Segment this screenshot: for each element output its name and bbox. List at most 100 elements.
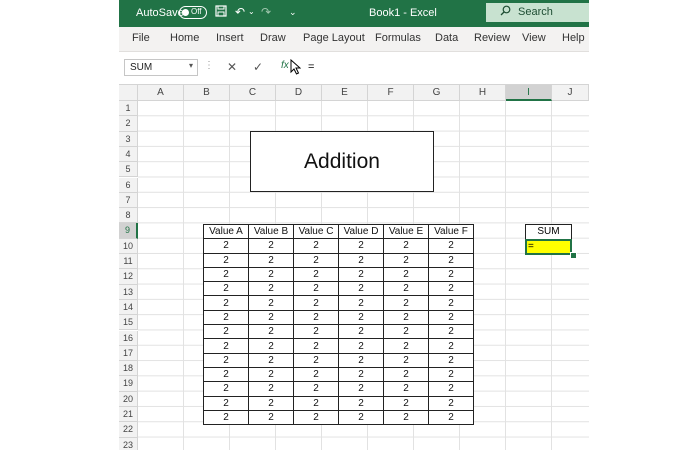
table-cell[interactable]: 2: [293, 295, 339, 311]
table-cell[interactable]: 2: [428, 295, 474, 311]
table-cell[interactable]: 2: [293, 252, 339, 268]
table-cell[interactable]: 2: [248, 395, 294, 411]
tab-formulas[interactable]: Formulas: [375, 32, 421, 44]
insert-function-icon[interactable]: fx: [281, 60, 289, 71]
table-cell[interactable]: 2: [203, 266, 249, 283]
sum-header-cell[interactable]: SUM: [525, 224, 572, 240]
save-icon[interactable]: [215, 5, 227, 20]
row-header[interactable]: 11: [119, 254, 138, 270]
column-header-h[interactable]: H: [460, 85, 506, 101]
table-header-cell[interactable]: Value E: [383, 223, 429, 240]
table-cell[interactable]: 2: [383, 338, 429, 354]
table-cell[interactable]: 2: [383, 281, 429, 297]
table-cell[interactable]: 2: [293, 381, 339, 397]
row-header[interactable]: 14: [119, 299, 138, 316]
table-cell[interactable]: 2: [248, 281, 294, 297]
table-cell[interactable]: 2: [428, 395, 474, 411]
table-cell[interactable]: 2: [248, 381, 294, 397]
table-cell[interactable]: 2: [293, 352, 339, 368]
row-header[interactable]: 2: [119, 116, 138, 132]
row-header[interactable]: 18: [119, 361, 138, 377]
table-cell[interactable]: 2: [383, 352, 429, 368]
column-header-g[interactable]: G: [414, 85, 460, 101]
table-cell[interactable]: 2: [293, 281, 339, 297]
table-cell[interactable]: 2: [428, 366, 474, 383]
row-header[interactable]: 7: [119, 192, 138, 209]
table-cell[interactable]: 2: [248, 338, 294, 354]
table-cell[interactable]: 2: [338, 381, 384, 397]
table-cell[interactable]: 2: [383, 309, 429, 326]
column-header-j[interactable]: J: [552, 85, 589, 101]
table-header-cell[interactable]: Value C: [293, 223, 339, 240]
enter-icon[interactable]: ✓: [253, 60, 263, 74]
cell-area[interactable]: Addition Value A Value B Value C Value D…: [138, 101, 589, 450]
table-cell[interactable]: 2: [203, 381, 249, 397]
table-cell[interactable]: 2: [428, 266, 474, 283]
fill-handle[interactable]: [570, 252, 577, 259]
table-cell[interactable]: 2: [248, 309, 294, 326]
table-header-cell[interactable]: Value B: [248, 223, 294, 240]
column-header-c[interactable]: C: [230, 85, 276, 101]
table-cell[interactable]: 2: [203, 366, 249, 383]
table-cell[interactable]: 2: [428, 409, 474, 426]
table-cell[interactable]: 2: [383, 381, 429, 397]
row-header[interactable]: 16: [119, 330, 138, 346]
column-header-i[interactable]: I: [506, 85, 552, 101]
table-cell[interactable]: 2: [383, 366, 429, 383]
table-cell[interactable]: 2: [293, 309, 339, 326]
table-cell[interactable]: 2: [203, 352, 249, 368]
tab-data[interactable]: Data: [435, 32, 458, 44]
table-header-cell[interactable]: Value A: [203, 223, 249, 240]
customize-quick-access-icon[interactable]: ⌄: [289, 5, 297, 19]
tab-view[interactable]: View: [522, 32, 546, 44]
undo-dropdown-icon[interactable]: ⌄: [248, 5, 255, 19]
row-header[interactable]: 6: [119, 177, 138, 193]
table-cell[interactable]: 2: [428, 381, 474, 397]
tab-page-layout[interactable]: Page Layout: [303, 32, 365, 44]
table-cell[interactable]: 2: [293, 409, 339, 426]
autosave-toggle[interactable]: Off: [179, 6, 207, 19]
table-cell[interactable]: 2: [203, 238, 249, 254]
name-box[interactable]: SUM ▾: [124, 59, 198, 76]
table-cell[interactable]: 2: [203, 395, 249, 411]
row-header[interactable]: 8: [119, 208, 138, 224]
row-header[interactable]: 13: [119, 284, 138, 300]
table-cell[interactable]: 2: [203, 409, 249, 426]
table-cell[interactable]: 2: [203, 338, 249, 354]
row-header[interactable]: 3: [119, 131, 138, 147]
table-cell[interactable]: 2: [203, 295, 249, 311]
table-cell[interactable]: 2: [428, 252, 474, 268]
column-header-a[interactable]: A: [138, 85, 184, 101]
table-cell[interactable]: 2: [338, 338, 384, 354]
tab-draw[interactable]: Draw: [260, 32, 286, 44]
tab-home[interactable]: Home: [170, 32, 199, 44]
table-cell[interactable]: 2: [338, 252, 384, 268]
row-header[interactable]: 20: [119, 391, 138, 407]
table-cell[interactable]: 2: [338, 395, 384, 411]
table-cell[interactable]: 2: [383, 295, 429, 311]
row-header[interactable]: 23: [119, 437, 138, 450]
row-header[interactable]: 4: [119, 146, 138, 163]
tab-review[interactable]: Review: [474, 32, 510, 44]
table-cell[interactable]: 2: [293, 238, 339, 254]
column-header-d[interactable]: D: [276, 85, 322, 101]
row-header-selected[interactable]: 9: [119, 223, 138, 239]
select-all-corner[interactable]: [119, 85, 138, 101]
table-cell[interactable]: 2: [383, 324, 429, 340]
table-header-cell[interactable]: Value F: [428, 223, 474, 240]
table-cell[interactable]: 2: [248, 366, 294, 383]
table-cell[interactable]: 2: [383, 252, 429, 268]
column-header-b[interactable]: B: [184, 85, 230, 101]
redo-icon[interactable]: ↷: [261, 5, 271, 19]
table-header-cell[interactable]: Value D: [338, 223, 384, 240]
table-cell[interactable]: 2: [338, 281, 384, 297]
table-cell[interactable]: 2: [428, 281, 474, 297]
table-cell[interactable]: 2: [383, 395, 429, 411]
tab-file[interactable]: File: [132, 32, 150, 44]
table-cell[interactable]: 2: [383, 409, 429, 426]
table-cell[interactable]: 2: [248, 295, 294, 311]
tab-insert[interactable]: Insert: [216, 32, 244, 44]
row-header[interactable]: 22: [119, 422, 138, 438]
row-header[interactable]: 1: [119, 101, 138, 117]
table-cell[interactable]: 2: [248, 266, 294, 283]
